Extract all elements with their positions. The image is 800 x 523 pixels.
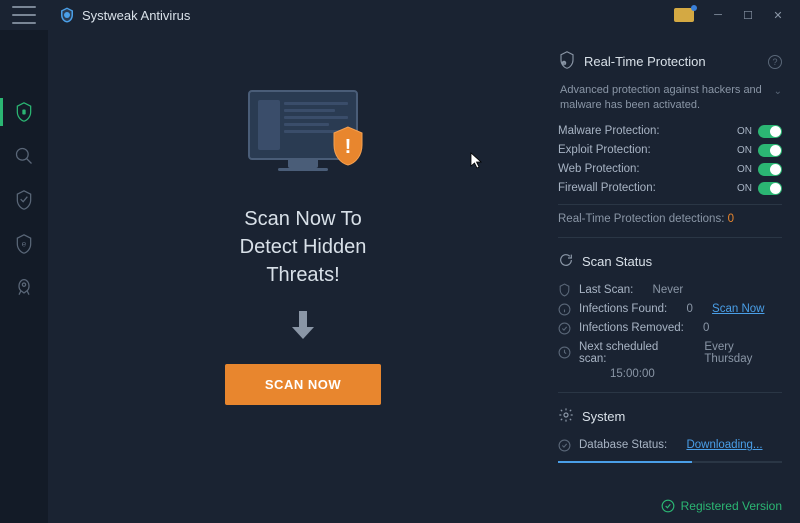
malware-protection-row: Malware Protection: ON: [558, 122, 782, 141]
chevron-down-icon[interactable]: ⌄: [774, 85, 782, 99]
sidebar: e: [0, 30, 48, 523]
app-title: Systweak Antivirus: [82, 8, 190, 23]
web-protection-row: Web Protection: ON: [558, 160, 782, 179]
minimize-button[interactable]: ─: [704, 4, 732, 26]
hero-heading: Scan Now To Detect Hidden Threats!: [240, 205, 367, 289]
titlebar: Systweak Antivirus ─ ☐ ✕: [0, 0, 800, 30]
clock-icon: [558, 346, 571, 359]
help-icon[interactable]: ?: [768, 55, 782, 69]
realtime-status-message: Advanced protection against hackers and …: [558, 83, 782, 114]
download-progress: [558, 461, 782, 463]
hero-panel: ! Scan Now To Detect Hidden Threats! SCA…: [48, 50, 558, 523]
database-status-value: Downloading...: [686, 439, 762, 451]
infections-found-row: Infections Found: 0 Scan Now: [558, 300, 782, 319]
scan-now-button[interactable]: SCAN NOW: [225, 364, 381, 405]
gear-icon: [558, 407, 574, 426]
nav-home[interactable]: [0, 90, 48, 134]
registered-badge: Registered Version: [661, 499, 782, 513]
database-status-row: Database Status: Downloading...: [558, 436, 782, 455]
detections-row: Real-Time Protection detections: 0: [558, 204, 782, 225]
status-panel: i Real-Time Protection ? Advanced protec…: [558, 50, 800, 523]
infections-removed-row: Infections Removed: 0: [558, 319, 782, 338]
warning-shield-icon: !: [330, 125, 366, 167]
check-circle-icon: [558, 322, 571, 335]
web-toggle[interactable]: [758, 163, 782, 176]
last-scan-row: Last Scan: Never: [558, 281, 782, 300]
nav-quarantine[interactable]: e: [0, 222, 48, 266]
scan-now-link[interactable]: Scan Now: [712, 303, 764, 315]
refresh-icon: [558, 252, 574, 271]
exploit-protection-row: Exploit Protection: ON: [558, 141, 782, 160]
firewall-toggle[interactable]: [758, 182, 782, 195]
svg-text:!: !: [345, 136, 352, 158]
maximize-button[interactable]: ☐: [734, 4, 762, 26]
realtime-title: Real-Time Protection: [584, 54, 706, 69]
check-circle-icon: [558, 439, 571, 452]
info-icon: [558, 303, 571, 316]
nav-protection[interactable]: [0, 178, 48, 222]
scan-status-title: Scan Status: [582, 254, 652, 269]
shield-info-icon: i: [558, 50, 576, 73]
scan-status-section: Scan Status Last Scan: Never Infections …: [558, 252, 782, 393]
malware-toggle[interactable]: [758, 125, 782, 138]
shield-check-icon: [558, 284, 571, 297]
menu-toggle[interactable]: [12, 6, 36, 24]
app-shield-icon: [58, 6, 76, 24]
monitor-illustration: !: [248, 90, 358, 175]
premium-badge-icon[interactable]: [674, 8, 694, 22]
firewall-protection-row: Firewall Protection: ON: [558, 179, 782, 198]
svg-text:e: e: [22, 239, 27, 249]
system-section: System Database Status: Downloading...: [558, 407, 782, 475]
nav-boost[interactable]: [0, 266, 48, 310]
arrow-down-icon: [289, 309, 317, 346]
realtime-section: i Real-Time Protection ? Advanced protec…: [558, 50, 782, 238]
next-scheduled-row: Next scheduled scan: Every Thursday: [558, 338, 782, 368]
exploit-toggle[interactable]: [758, 144, 782, 157]
close-button[interactable]: ✕: [764, 4, 792, 26]
nav-scan[interactable]: [0, 134, 48, 178]
system-title: System: [582, 409, 625, 424]
next-scheduled-time: 15:00:00: [558, 368, 782, 380]
